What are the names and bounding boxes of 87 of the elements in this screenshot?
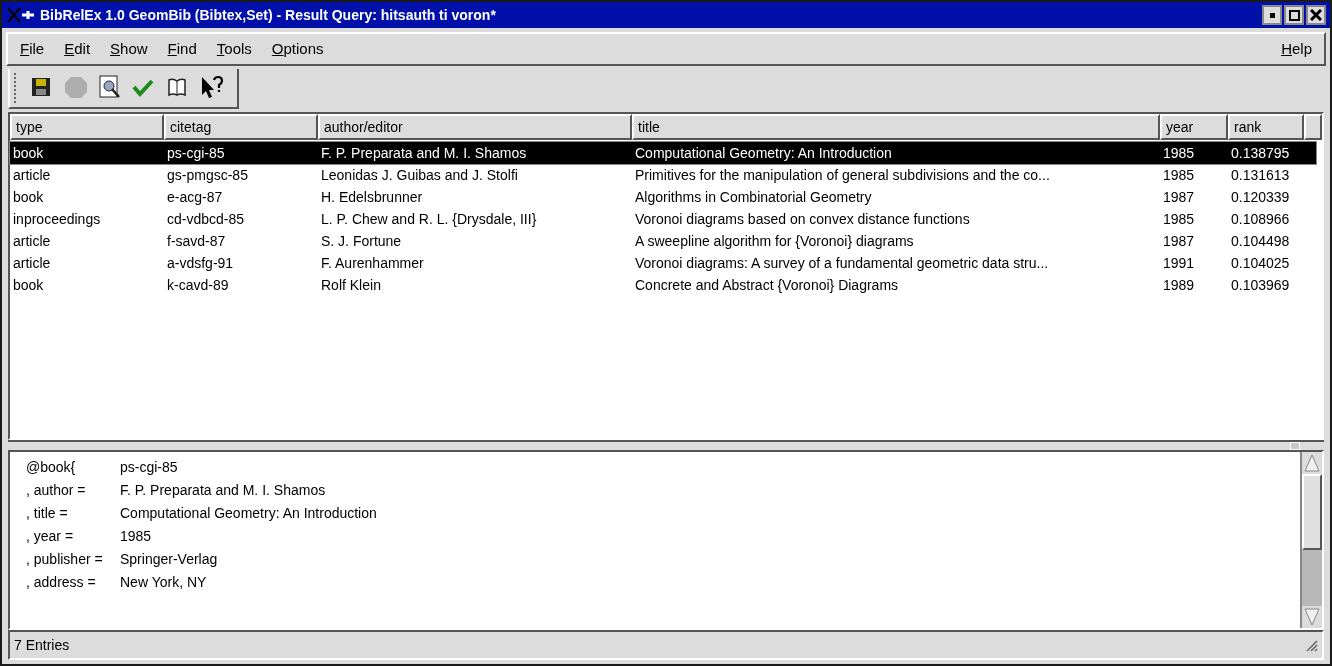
table-cell-text: 0.104025 bbox=[1230, 253, 1291, 273]
field-label: , address = bbox=[25, 573, 97, 592]
menu-item[interactable]: Tools bbox=[212, 37, 256, 61]
table-cell-text: 1987 bbox=[1162, 187, 1196, 207]
table-cell-text: 0.138795 bbox=[1230, 143, 1291, 163]
field-label: , publisher = bbox=[25, 550, 104, 569]
table-row[interactable]: book ps-cgi-85 F. P. Preparata and M. I. Shamos Computational Geometry: An Introduction 1985 0.138795 bbox=[10, 142, 1316, 164]
field-value: New York, NY bbox=[120, 573, 207, 592]
table-cell-text: 1987 bbox=[1162, 231, 1196, 251]
resize-grip-icon[interactable] bbox=[1304, 638, 1318, 652]
table-cell-text: Leonidas J. Guibas and J. Stolfi bbox=[320, 165, 519, 185]
table-cell-text: 0.103969 bbox=[1230, 275, 1291, 295]
table-row[interactable]: book k-cavd-89 Rolf Klein Concrete and Abstract {Voronoi} Diagrams 1989 0.103969 bbox=[10, 274, 1316, 296]
table-cell-text: cd-vdbcd-85 bbox=[166, 209, 246, 229]
table-cell-text: Concrete and Abstract {Voronoi} Diagrams bbox=[634, 275, 900, 295]
table-cell-text: Rolf Klein bbox=[320, 275, 382, 295]
field-label: @book{ bbox=[25, 458, 77, 477]
table-cell-text: S. J. Fortune bbox=[320, 231, 403, 251]
table-cell-text: book bbox=[12, 143, 45, 163]
table-cell-text: H. Edelsbrunner bbox=[320, 187, 424, 207]
table-cell-text: book bbox=[12, 187, 45, 207]
table-cell-text: f-savd-87 bbox=[166, 231, 227, 251]
table-cell-text: 0.120339 bbox=[1230, 187, 1291, 207]
help-pointer-icon[interactable] bbox=[199, 75, 225, 101]
maximize-button[interactable] bbox=[1284, 5, 1304, 25]
field-value: ps-cgi-85 bbox=[120, 458, 178, 477]
column-header[interactable]: rank bbox=[1228, 114, 1304, 140]
table-cell-text: 1985 bbox=[1162, 209, 1196, 229]
table-cell-text: Voronoi diagrams based on convex distance functions bbox=[634, 209, 971, 229]
menu-item[interactable]: File bbox=[16, 37, 49, 61]
status-text: 7 Entries bbox=[14, 635, 71, 655]
table-cell-text: Computational Geometry: An Introduction bbox=[634, 143, 893, 163]
scroll-up-icon[interactable] bbox=[1302, 452, 1322, 474]
menu-item[interactable]: Show bbox=[106, 37, 152, 61]
column-header[interactable]: type bbox=[10, 114, 164, 140]
table-row[interactable]: inproceedings cd-vdbcd-85 L. P. Chew and R. L. {Drysdale, III} Voronoi diagrams based on convex distance functions 1985 0.108966 bbox=[10, 208, 1316, 230]
table-cell-text: F. P. Preparata and M. I. Shamos bbox=[320, 143, 528, 163]
table-cell-text: 1989 bbox=[1162, 275, 1196, 295]
table-cell-text: F. Aurenhammer bbox=[320, 253, 425, 273]
table-row[interactable]: article a-vdsfg-91 F. Aurenhammer Voronoi diagrams: A survey of a fundamental geometric data stru... 1991 0.104025 bbox=[10, 252, 1316, 274]
table-cell-text: 1985 bbox=[1162, 143, 1196, 163]
table-cell-text: 0.108966 bbox=[1230, 209, 1291, 229]
column-header[interactable]: author/editor bbox=[318, 114, 632, 140]
scrollbar-thumb[interactable] bbox=[1302, 474, 1322, 550]
table-cell-text: Primitives for the manipulation of general subdivisions and the co... bbox=[634, 165, 1051, 185]
field-value: Computational Geometry: An Introduction bbox=[120, 504, 377, 523]
table-cell-text: Voronoi diagrams: A survey of a fundamental geometric data stru... bbox=[634, 253, 1050, 273]
field-label: , title = bbox=[25, 504, 69, 523]
table-row[interactable]: article f-savd-87 S. J. Fortune A sweepline algorithm for {Voronoi} diagrams 1987 0.104498 bbox=[10, 230, 1316, 252]
table-cell-text: e-acg-87 bbox=[166, 187, 224, 207]
table-row[interactable]: book e-acg-87 H. Edelsbrunner Algorithms in Combinatorial Geometry 1987 0.120339 bbox=[10, 186, 1316, 208]
field-label: , author = bbox=[25, 481, 87, 500]
field-value: Springer-Verlag bbox=[120, 550, 218, 569]
column-header[interactable]: year bbox=[1160, 114, 1228, 140]
menu-item[interactable]: Find bbox=[163, 37, 201, 61]
table-row[interactable]: article gs-pmgsc-85 Leonidas J. Guibas and J. Stolfi Primitives for the manipulation of general subdivisions and the co... 1985 0.131613 bbox=[10, 164, 1316, 186]
table-cell-text: article bbox=[12, 165, 52, 185]
table-cell-text: article bbox=[12, 231, 52, 251]
help-menu[interactable]: Help bbox=[1277, 37, 1316, 61]
menu-item[interactable]: Edit bbox=[60, 37, 95, 61]
table-cell-text: 0.131613 bbox=[1230, 165, 1291, 185]
table-cell-text: gs-pmgsc-85 bbox=[166, 165, 249, 185]
table-cell-text: article bbox=[12, 253, 52, 273]
table-cell-text: book bbox=[12, 275, 45, 295]
field-value: F. P. Preparata and M. I. Shamos bbox=[120, 481, 326, 500]
vertical-scrollbar[interactable] bbox=[1300, 452, 1322, 628]
table-cell-text: inproceedings bbox=[12, 209, 102, 229]
table-cell-text: 1985 bbox=[1162, 165, 1196, 185]
scroll-down-icon[interactable] bbox=[1302, 606, 1322, 628]
table-cell-text: k-cavd-89 bbox=[166, 275, 230, 295]
column-header[interactable]: title bbox=[632, 114, 1160, 140]
minimize-button[interactable] bbox=[1262, 5, 1282, 25]
table-cell-text: 0.104498 bbox=[1230, 231, 1291, 251]
column-header[interactable]: citetag bbox=[164, 114, 318, 140]
document-search-icon[interactable] bbox=[97, 75, 123, 101]
window-menu-icon[interactable] bbox=[6, 6, 36, 24]
table-cell-text: L. P. Chew and R. L. {Drysdale, III} bbox=[320, 209, 538, 229]
table-cell-text: 1991 bbox=[1162, 253, 1196, 273]
table-cell-text: ps-cgi-85 bbox=[166, 143, 226, 163]
field-label: , year = bbox=[25, 527, 75, 546]
close-button[interactable] bbox=[1306, 5, 1326, 25]
menu-item[interactable]: Options bbox=[267, 37, 328, 61]
table-cell-text: Algorithms in Combinatorial Geometry bbox=[634, 187, 873, 207]
window-title: BibRelEx 1.0 GeomBib (Bibtex,Set) - Result Query: hitsauth ti voron* bbox=[40, 5, 497, 25]
table-cell-text: a-vdsfg-91 bbox=[166, 253, 235, 273]
table-cell-text: A sweepline algorithm for {Voronoi} diagrams bbox=[634, 231, 915, 251]
field-value: 1985 bbox=[120, 527, 152, 546]
